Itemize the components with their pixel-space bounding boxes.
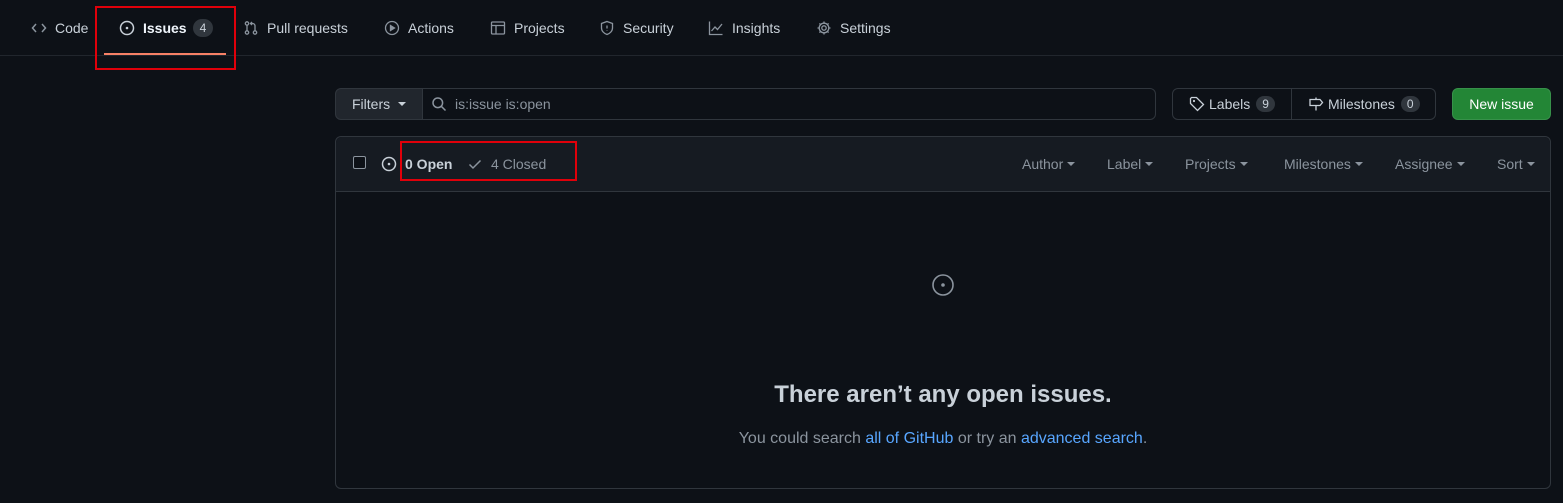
gear-icon bbox=[817, 21, 831, 34]
milestones-button[interactable]: Milestones 0 bbox=[1291, 88, 1436, 120]
tab-actions-label: Actions bbox=[408, 19, 454, 36]
label-filter-label: Label bbox=[1107, 156, 1142, 172]
chevron-down-icon bbox=[1239, 162, 1248, 166]
advanced-search-link[interactable]: advanced search bbox=[1021, 430, 1143, 447]
tab-security-label: Security bbox=[623, 19, 674, 36]
closed-issues-filter[interactable]: 4 Closed bbox=[467, 137, 546, 191]
search-icon bbox=[432, 97, 447, 112]
play-icon bbox=[384, 20, 400, 35]
all-of-github-link[interactable]: all of GitHub bbox=[865, 430, 953, 447]
filters-button[interactable]: Filters bbox=[335, 88, 423, 120]
tab-security[interactable]: Security bbox=[599, 0, 674, 55]
issue-opened-icon bbox=[932, 274, 954, 296]
open-issues-filter[interactable]: 0 Open bbox=[381, 137, 452, 191]
sort-filter-label: Sort bbox=[1497, 156, 1523, 172]
tab-settings-label: Settings bbox=[840, 19, 891, 36]
new-issue-button[interactable]: New issue bbox=[1452, 88, 1551, 120]
chevron-down-icon bbox=[1354, 162, 1363, 166]
tag-icon bbox=[1189, 96, 1205, 112]
milestones-filter-label: Milestones bbox=[1284, 156, 1351, 172]
issues-list-box: 0 Open 4 Closed Author Label Projects Mi… bbox=[335, 136, 1551, 489]
chevron-down-icon bbox=[1067, 162, 1076, 166]
labels-count-badge: 9 bbox=[1256, 96, 1275, 112]
search-input[interactable] bbox=[455, 96, 1135, 112]
issue-search-field[interactable] bbox=[422, 88, 1156, 120]
tab-projects[interactable]: Projects bbox=[490, 0, 565, 55]
assignee-filter[interactable]: Assignee bbox=[1395, 137, 1465, 191]
code-icon bbox=[31, 23, 47, 32]
filters-label: Filters bbox=[352, 96, 391, 112]
labels-label: Labels bbox=[1209, 96, 1251, 112]
chevron-down-icon bbox=[1456, 162, 1465, 166]
blankslate-text-suffix: . bbox=[1142, 430, 1148, 447]
labels-button[interactable]: Labels 9 bbox=[1172, 88, 1292, 120]
author-filter-label: Author bbox=[1022, 156, 1064, 172]
milestones-count-badge: 0 bbox=[1400, 96, 1420, 112]
tab-projects-label: Projects bbox=[514, 19, 565, 36]
projects-filter-label: Projects bbox=[1185, 156, 1236, 172]
tab-pull-requests-label: Pull requests bbox=[267, 19, 348, 36]
graph-icon bbox=[708, 21, 723, 35]
tab-insights-label: Insights bbox=[732, 19, 781, 36]
blankslate: There aren’t any open issues. You could … bbox=[336, 191, 1550, 488]
tab-code[interactable]: Code bbox=[31, 0, 88, 55]
tab-issues-label: Issues bbox=[143, 19, 187, 36]
author-filter[interactable]: Author bbox=[1022, 137, 1076, 191]
check-icon bbox=[468, 159, 482, 170]
chevron-down-icon bbox=[1145, 162, 1154, 166]
issue-opened-icon bbox=[381, 156, 397, 172]
issue-opened-icon bbox=[119, 20, 135, 35]
selected-tab-underline bbox=[104, 53, 226, 55]
blankslate-title: There aren’t any open issues. bbox=[774, 381, 1112, 408]
sort-filter[interactable]: Sort bbox=[1497, 137, 1535, 191]
chevron-down-icon bbox=[398, 102, 407, 106]
tab-actions[interactable]: Actions bbox=[384, 0, 454, 55]
table-icon bbox=[490, 20, 506, 35]
milestones-filter[interactable]: Milestones bbox=[1284, 137, 1363, 191]
tab-insights[interactable]: Insights bbox=[708, 0, 780, 55]
tab-code-label: Code bbox=[55, 19, 89, 36]
tab-settings[interactable]: Settings bbox=[816, 0, 891, 55]
issues-count-badge: 4 bbox=[192, 18, 214, 37]
repo-nav: Code Issues 4 Pull requests Actions Proj… bbox=[0, 0, 1563, 56]
closed-count-label: 4 Closed bbox=[491, 156, 547, 172]
blankslate-text-middle: or try an bbox=[953, 430, 1021, 447]
label-filter[interactable]: Label bbox=[1107, 137, 1154, 191]
tab-pull-requests[interactable]: Pull requests bbox=[243, 0, 348, 55]
milestone-icon bbox=[1309, 97, 1324, 111]
open-count-label: 0 Open bbox=[405, 156, 453, 172]
projects-filter[interactable]: Projects bbox=[1185, 137, 1248, 191]
git-pull-request-icon bbox=[244, 20, 258, 35]
blankslate-text-prefix: You could search bbox=[738, 430, 866, 447]
chevron-down-icon bbox=[1526, 162, 1535, 166]
shield-icon bbox=[600, 20, 614, 35]
new-issue-label: New issue bbox=[1469, 96, 1534, 112]
milestones-label: Milestones bbox=[1328, 96, 1395, 112]
tab-issues[interactable]: Issues 4 bbox=[119, 0, 214, 55]
blankslate-description: You could search all of GitHub or try an… bbox=[336, 429, 1550, 449]
issues-list-header: 0 Open 4 Closed Author Label Projects Mi… bbox=[336, 137, 1550, 192]
select-all-checkbox[interactable] bbox=[353, 156, 366, 169]
assignee-filter-label: Assignee bbox=[1395, 156, 1453, 172]
